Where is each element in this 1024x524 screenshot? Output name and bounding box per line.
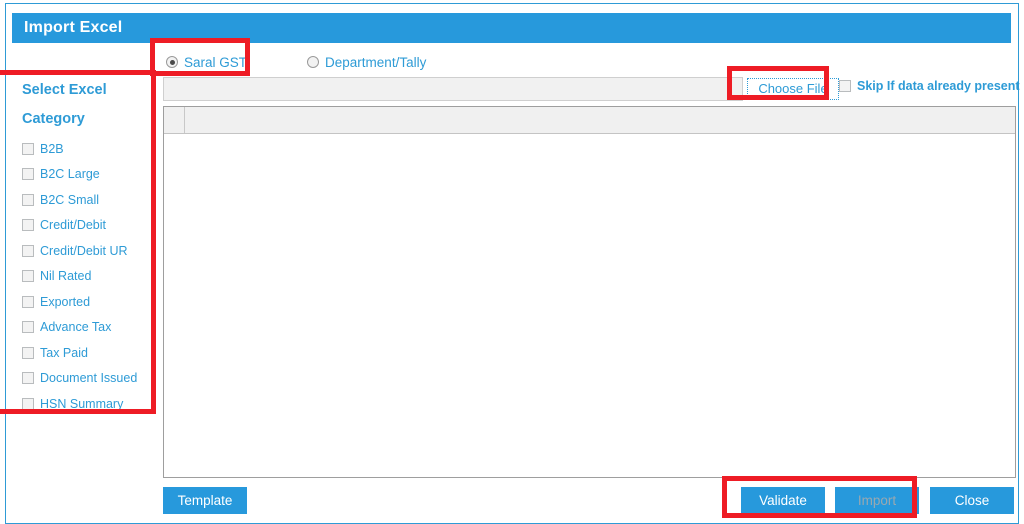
import-data-grid [163,106,1016,478]
category-label: Advance Tax [40,320,112,335]
category-item-tax-paid[interactable]: Tax Paid [22,340,157,366]
category-item-hsn-summary[interactable]: HSN Summary [22,391,157,417]
choose-file-button[interactable]: Choose File [747,78,839,100]
file-path-input[interactable] [163,77,743,101]
category-label: B2B [40,141,64,156]
category-heading: Category [22,111,85,127]
grid-header-row [164,107,1015,134]
category-label: Credit/Debit [40,218,106,233]
category-item-b2c-large[interactable]: B2C Large [22,162,157,188]
import-button: Import [835,487,919,514]
skip-if-data-present-label: Skip If data already present [857,79,1020,93]
category-label: Nil Rated [40,269,92,284]
source-type-radio-group: Saral GST Department/Tally [166,49,426,75]
checkbox-icon[interactable] [22,219,34,232]
category-item-document-issued[interactable]: Document Issued [22,366,157,392]
checkbox-icon[interactable] [22,346,34,359]
radio-option-saral-gst[interactable]: Saral GST [166,55,247,70]
grid-column-header-data[interactable] [185,107,1015,133]
grid-body [164,134,1015,477]
category-item-exported[interactable]: Exported [22,289,157,315]
checkbox-icon[interactable] [22,321,34,334]
radio-selected-icon [166,56,178,68]
radio-label-saral-gst: Saral GST [184,54,248,70]
skip-if-data-present-checkbox[interactable]: Skip If data already present [839,79,1020,93]
grid-column-header-select[interactable] [164,107,185,133]
select-excel-panel: Select Excel Category B2B B2C Large B2C … [12,76,158,416]
checkbox-icon[interactable] [22,193,34,206]
file-selection-row: Choose File Skip If data already present [163,76,1020,102]
checkbox-icon[interactable] [22,295,34,308]
radio-unselected-icon [307,56,320,68]
radio-label-department-tally: Department/Tally [325,54,427,70]
dialog-title-bar: Import Excel [12,13,1011,43]
validate-button[interactable]: Validate [741,487,825,514]
category-label: Document Issued [40,371,138,386]
close-button[interactable]: Close [930,487,1014,514]
category-label: Credit/Debit UR [40,243,128,258]
category-label: B2C Small [40,192,100,207]
checkbox-icon[interactable] [22,168,34,181]
radio-option-department-tally[interactable]: Department/Tally [307,55,426,70]
import-excel-dialog: Import Excel Saral GST Department/Tally … [5,3,1020,524]
checkbox-icon[interactable] [22,372,34,385]
category-item-b2b[interactable]: B2B [22,136,157,162]
category-item-credit-debit[interactable]: Credit/Debit [22,213,157,239]
page-title: Import Excel [24,19,123,36]
select-excel-heading: Select Excel [22,82,107,98]
category-checkbox-list: B2B B2C Large B2C Small Credit/Debit Cre… [22,136,157,417]
checkbox-icon[interactable] [22,270,34,283]
category-label: Tax Paid [40,345,88,360]
checkbox-icon[interactable] [22,397,34,410]
template-button[interactable]: Template [163,487,247,514]
checkbox-icon[interactable] [839,80,851,92]
category-label: B2C Large [40,167,100,182]
checkbox-icon[interactable] [22,244,34,257]
checkbox-icon[interactable] [22,142,34,155]
category-item-advance-tax[interactable]: Advance Tax [22,315,157,341]
category-label: HSN Summary [40,396,124,411]
category-item-b2c-small[interactable]: B2C Small [22,187,157,213]
category-item-credit-debit-ur[interactable]: Credit/Debit UR [22,238,157,264]
category-item-nil-rated[interactable]: Nil Rated [22,264,157,290]
category-label: Exported [40,294,91,309]
